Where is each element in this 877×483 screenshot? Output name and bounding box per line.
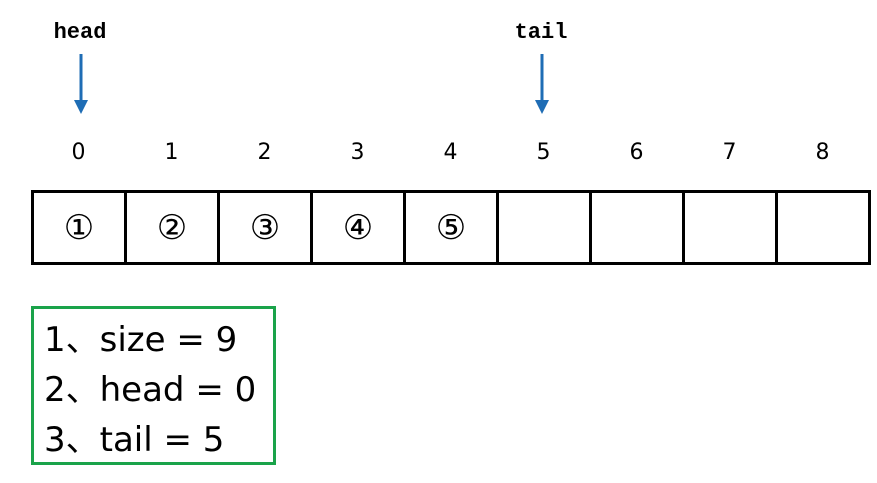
- index-label: 8: [815, 140, 830, 165]
- info-tail-line: 3、tail = 5: [44, 420, 225, 460]
- array-cell: ①: [34, 193, 127, 262]
- index-label: 2: [257, 140, 272, 165]
- array-cell: [499, 193, 592, 262]
- array-cell: ②: [127, 193, 220, 262]
- index-label: 4: [443, 140, 458, 165]
- index-label: 7: [722, 140, 737, 165]
- tail-pointer-label: tail: [514, 20, 568, 45]
- index-label: 5: [536, 140, 551, 165]
- index-label: 6: [629, 140, 644, 165]
- queue-diagram: head tail 0 1 2 3 4 5 6 7 8 ① ② ③ ④ ⑤ 1、…: [0, 0, 877, 483]
- info-size-line: 1、size = 9: [44, 320, 238, 360]
- array-cell: [778, 193, 871, 262]
- index-row: 0 1 2 3 4 5 6 7 8: [32, 140, 869, 165]
- info-box: 1、size = 9 2、head = 0 3、tail = 5: [31, 306, 276, 465]
- info-head-line: 2、head = 0: [44, 370, 257, 410]
- array-cell: [592, 193, 685, 262]
- head-pointer-label: head: [53, 20, 107, 45]
- head-arrow-icon: [74, 54, 88, 114]
- array-cell: ⑤: [406, 193, 499, 262]
- tail-arrow-icon: [535, 54, 549, 114]
- array-cell: ③: [220, 193, 313, 262]
- array-cell: [685, 193, 778, 262]
- index-label: 3: [350, 140, 365, 165]
- array-cell: ④: [313, 193, 406, 262]
- array-cells: ① ② ③ ④ ⑤: [31, 190, 871, 265]
- index-label: 0: [71, 140, 86, 165]
- index-label: 1: [164, 140, 179, 165]
